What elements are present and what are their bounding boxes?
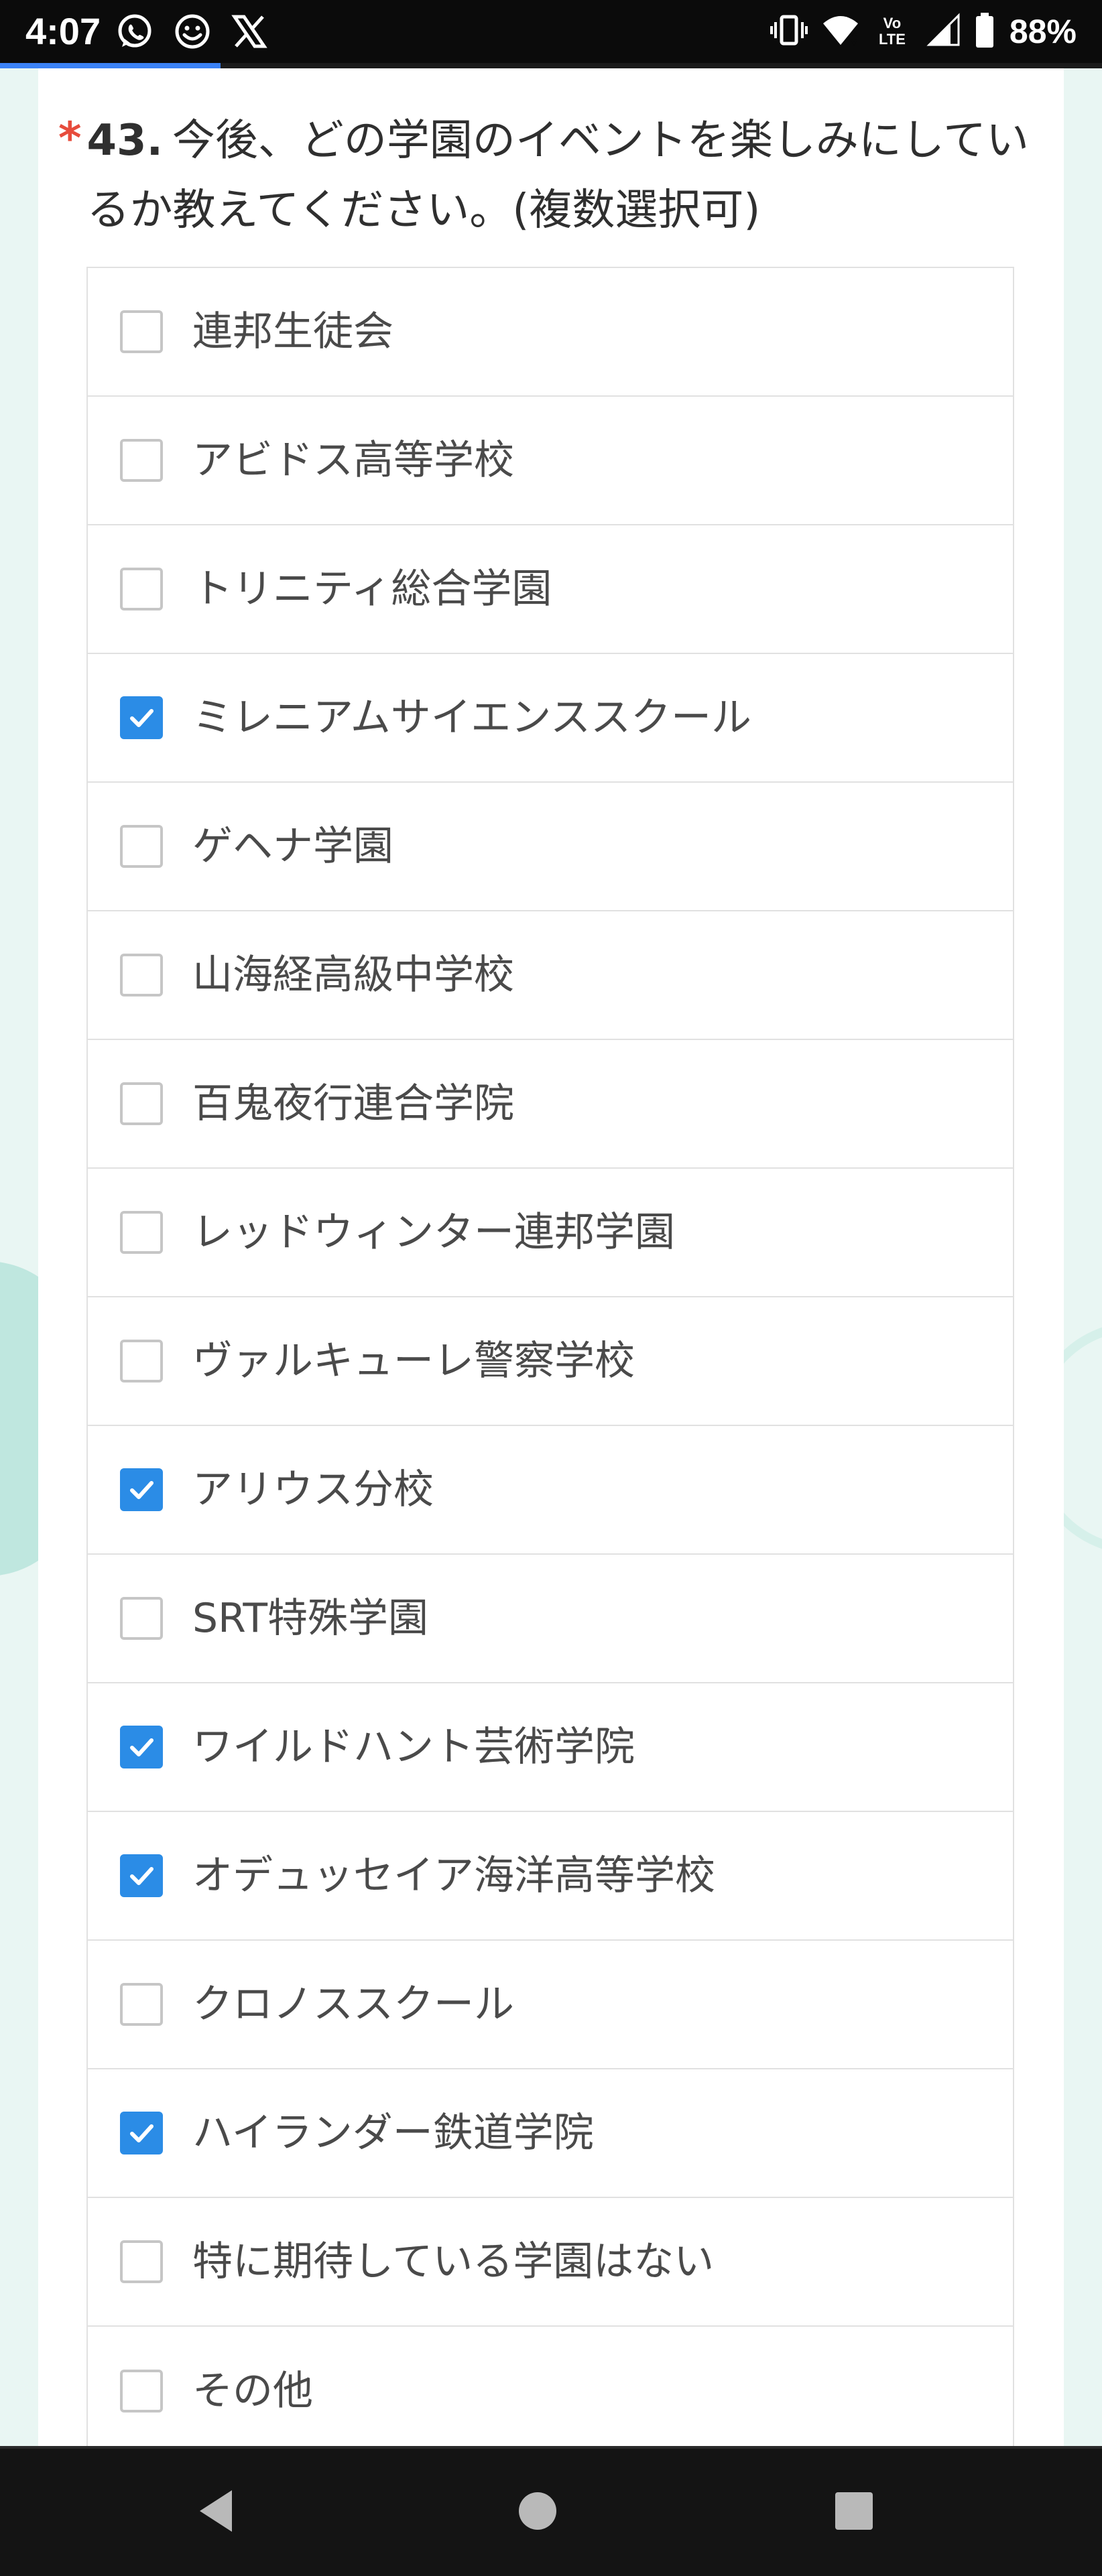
wifi-icon bbox=[820, 13, 861, 50]
status-time: 4:07 bbox=[25, 10, 101, 52]
checkmark-icon bbox=[130, 1481, 154, 1499]
status-bar: 4:07 Vo LTE 88% bbox=[0, 0, 1102, 63]
form-progress-bar bbox=[0, 63, 1102, 68]
option-row[interactable]: 百鬼夜行連合学院 bbox=[88, 1040, 1013, 1169]
checkmark-icon bbox=[130, 2124, 154, 2142]
option-row[interactable]: トリニティ総合学園 bbox=[88, 525, 1013, 654]
required-asterisk: * bbox=[58, 113, 82, 164]
option-checkbox[interactable] bbox=[120, 568, 163, 610]
back-icon bbox=[194, 2488, 237, 2537]
option-row[interactable]: 特に期待している学園はない bbox=[88, 2198, 1013, 2327]
option-checkbox[interactable] bbox=[120, 1340, 163, 1382]
option-label: ゲヘナ学園 bbox=[192, 823, 393, 870]
vibrate-icon bbox=[770, 13, 808, 50]
battery-percent: 88% bbox=[1009, 13, 1077, 50]
checkmark-icon bbox=[130, 709, 154, 727]
option-label: 百鬼夜行連合学院 bbox=[192, 1080, 514, 1127]
system-status: Vo LTE 88% bbox=[770, 8, 1077, 55]
option-row[interactable]: オデュッセイア海洋高等学校 bbox=[88, 1812, 1013, 1941]
volte-indicator: Vo LTE bbox=[878, 15, 906, 48]
question-header: * 43. 今後、どの学園のイベントを楽しみにしているか教えてください。(複数選択… bbox=[58, 106, 1030, 245]
option-row[interactable]: ゲヘナ学園 bbox=[88, 783, 1013, 911]
option-label: SRT特殊学園 bbox=[192, 1595, 429, 1642]
option-label: ワイルドハント芸術学院 bbox=[192, 1724, 635, 1770]
battery-icon bbox=[975, 11, 995, 52]
home-icon bbox=[517, 2491, 558, 2534]
option-checkbox[interactable] bbox=[120, 2240, 163, 2283]
option-row[interactable]: その他 bbox=[88, 2327, 1013, 2455]
navigation-bar bbox=[0, 2446, 1102, 2576]
survey-card: * 43. 今後、どの学園のイベントを楽しみにしているか教えてください。(複数選択… bbox=[38, 68, 1064, 2457]
recents-icon bbox=[834, 2491, 874, 2534]
option-checkbox[interactable] bbox=[120, 439, 163, 482]
option-label: レッドウィンター連邦学園 bbox=[192, 1209, 675, 1256]
x-logo-icon bbox=[231, 13, 268, 53]
form-progress-fill bbox=[0, 63, 221, 68]
option-row[interactable]: 連邦生徒会 bbox=[88, 268, 1013, 397]
option-checkbox[interactable] bbox=[120, 1082, 163, 1125]
options-list: 連邦生徒会アビドス高等学校 トリニティ総合学園ミレニアムサイエンススクール ゲヘナ学… bbox=[86, 267, 1014, 2457]
option-row[interactable]: ミレニアムサイエンススクール bbox=[88, 654, 1013, 783]
smiley-icon bbox=[173, 12, 212, 54]
home-button[interactable] bbox=[511, 2486, 564, 2539]
question-text-block: 43. 今後、どの学園のイベントを楽しみにしているか教えてください。(複数選択可) bbox=[87, 106, 1030, 245]
option-checkbox[interactable] bbox=[120, 2370, 163, 2412]
option-checkbox[interactable] bbox=[120, 954, 163, 996]
signal-icon bbox=[924, 13, 963, 50]
back-button[interactable] bbox=[189, 2486, 243, 2539]
option-label: その他 bbox=[192, 2368, 313, 2414]
recents-button[interactable] bbox=[827, 2486, 881, 2539]
option-row[interactable]: SRT特殊学園 bbox=[88, 1555, 1013, 1683]
option-row[interactable]: ヴァルキューレ警察学校 bbox=[88, 1297, 1013, 1426]
option-label: アビドス高等学校 bbox=[192, 437, 514, 484]
notification-icons bbox=[115, 12, 268, 54]
option-checkbox[interactable] bbox=[120, 696, 163, 739]
option-row[interactable]: 山海経高級中学校 bbox=[88, 911, 1013, 1040]
option-label: アリウス分校 bbox=[192, 1466, 434, 1513]
option-label: 山海経高級中学校 bbox=[192, 952, 514, 999]
option-checkbox[interactable] bbox=[120, 2112, 163, 2154]
option-row[interactable]: クロノススクール bbox=[88, 1941, 1013, 2069]
whatsapp-icon bbox=[115, 12, 154, 54]
option-row[interactable]: アビドス高等学校 bbox=[88, 397, 1013, 525]
option-checkbox[interactable] bbox=[120, 1468, 163, 1511]
option-row[interactable]: ワイルドハント芸術学院 bbox=[88, 1683, 1013, 1812]
option-label: ハイランダー鉄道学院 bbox=[192, 2110, 594, 2156]
option-row[interactable]: レッドウィンター連邦学園 bbox=[88, 1169, 1013, 1297]
option-label: クロノススクール bbox=[192, 1981, 514, 2028]
option-label: 特に期待している学園はない bbox=[192, 2238, 715, 2285]
option-label: 連邦生徒会 bbox=[192, 308, 393, 355]
option-row[interactable]: ハイランダー鉄道学院 bbox=[88, 2069, 1013, 2198]
checkmark-icon bbox=[130, 1738, 154, 1756]
question-number: 43. bbox=[86, 116, 163, 166]
option-checkbox[interactable] bbox=[120, 310, 163, 353]
question-text: 今後、どの学園のイベントを楽しみにしているか教えてください。(複数選択可) bbox=[86, 116, 1029, 235]
option-label: トリニティ総合学園 bbox=[192, 566, 552, 613]
option-label: ミレニアムサイエンススクール bbox=[192, 694, 751, 741]
option-label: オデュッセイア海洋高等学校 bbox=[192, 1852, 715, 1899]
checkmark-icon bbox=[130, 1867, 154, 1885]
option-checkbox[interactable] bbox=[120, 1597, 163, 1640]
option-checkbox[interactable] bbox=[120, 1854, 163, 1897]
option-checkbox[interactable] bbox=[120, 1211, 163, 1254]
option-checkbox[interactable] bbox=[120, 1726, 163, 1768]
option-label: ヴァルキューレ警察学校 bbox=[192, 1338, 635, 1384]
option-checkbox[interactable] bbox=[120, 1983, 163, 2026]
option-row[interactable]: アリウス分校 bbox=[88, 1426, 1013, 1555]
option-checkbox[interactable] bbox=[120, 825, 163, 868]
